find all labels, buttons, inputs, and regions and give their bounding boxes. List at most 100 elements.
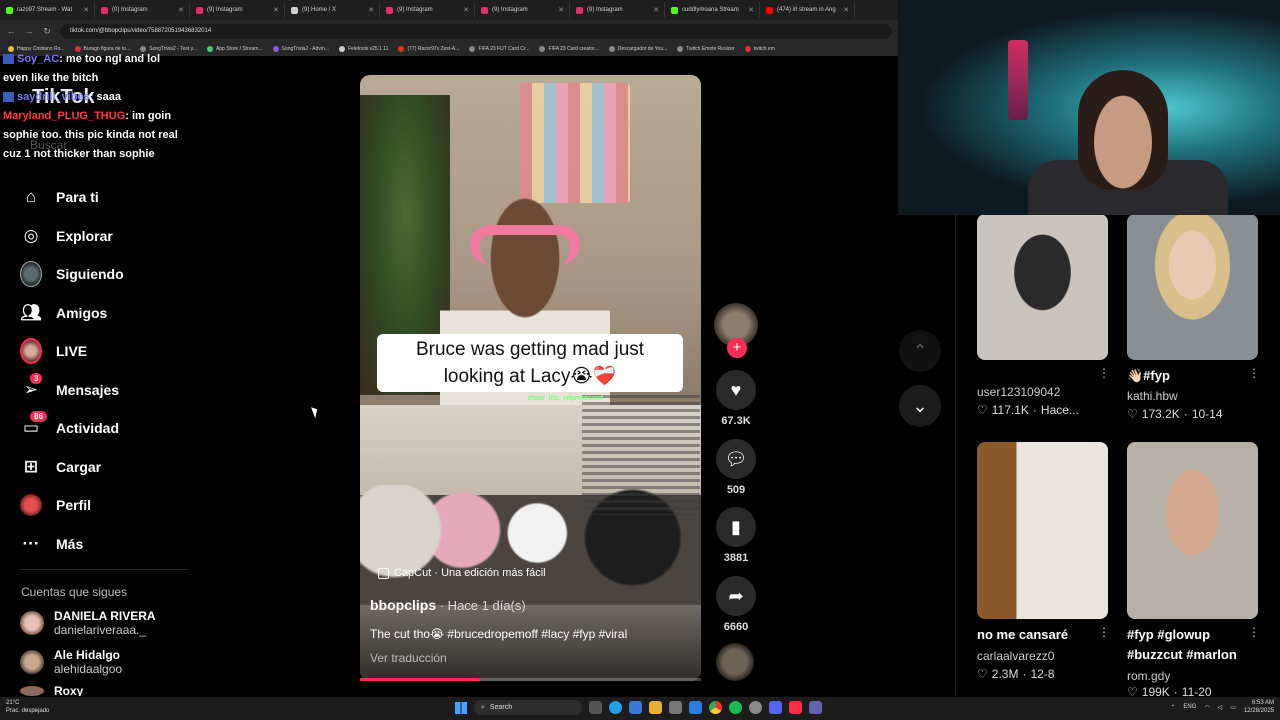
browser-tab[interactable]: (9) Home / X ✕ [285,2,380,18]
share-button[interactable]: ➦ 6660 [712,576,760,633]
close-tab-icon[interactable]: ✕ [843,6,849,14]
system-tray: ⌃ ENG ◠ ◁ ▭ 6:53 AM 12/28/2025 [1170,699,1274,715]
more-options-icon[interactable]: ⋮ [1098,366,1110,380]
spotify-icon[interactable] [729,701,742,714]
bookmark-item[interactable]: FIFA 23 FUT Card Cr... [469,46,529,52]
app-icon[interactable] [669,701,682,714]
video-thumbnail[interactable] [977,442,1108,619]
reload-icon[interactable]: ↻ [42,26,52,37]
next-video-button[interactable]: ⌄ [899,385,941,427]
card-title[interactable]: 👋🏻#fyp [1127,366,1170,386]
followed-account[interactable]: Ale Hidalgo alehidaalgoo [20,648,122,676]
card-username[interactable]: rom.gdy [1127,669,1170,683]
close-tab-icon[interactable]: ✕ [83,6,89,14]
comment-button[interactable]: 💬︎ 509 [712,439,760,496]
more-options-icon[interactable]: ⋮ [1248,366,1260,380]
more-options-icon[interactable]: ⋮ [1098,625,1110,639]
save-button[interactable]: ▮ 3881 [712,507,760,564]
follow-plus-icon[interactable]: + [727,338,747,358]
music-disc-avatar[interactable] [716,643,754,681]
sidebar-item-amigos[interactable]: 👥︎ Amigos [20,294,190,333]
avatar [20,650,44,674]
capcut-link[interactable]: CapCut · Una edición más fácil [378,567,546,579]
close-tab-icon[interactable]: ✕ [558,6,564,14]
browser-tab[interactable]: (474) irl stream in Ang ✕ [760,2,855,18]
video-thumbnail[interactable] [977,214,1108,360]
back-icon[interactable]: ← [6,26,16,36]
translate-link[interactable]: Ver traducción [370,651,447,665]
bookmark-item[interactable]: Feletools v25.1.11 [338,46,388,52]
url-field[interactable]: tiktok.com/@bbopclips/video/758872051943… [60,23,892,39]
browser-tab[interactable]: (9) Instagram ✕ [570,2,665,18]
sidebar-item-cargar[interactable]: ⊞ Cargar [20,448,190,487]
sidebar-item-mas[interactable]: ··· Más [20,525,190,564]
card-title[interactable]: #fyp #glowup #buzzcut #marlon [1127,625,1255,665]
browser-tab[interactable]: cuddlymoana Stream ✕ [665,2,760,18]
bookmark-item[interactable]: (77) Razor97s Zest-A... [398,46,459,52]
obs-icon[interactable] [749,701,762,714]
sidebar-item-mensajes[interactable]: ➢ 3 Mensajes [20,371,190,410]
close-tab-icon[interactable]: ✕ [463,6,469,14]
music-icon[interactable] [789,701,802,714]
folder-icon[interactable] [649,701,662,714]
more-options-icon[interactable]: ⋮ [1248,625,1260,639]
video-author[interactable]: bbopclips · Hace 1 día(s) [370,597,526,613]
sidebar-item-explorar[interactable]: ◎ Explorar [20,217,190,256]
bookmark-item[interactable]: SongTrivia2 - Advin... [272,46,329,52]
sidebar-item-actividad[interactable]: ▭ 86 Actividad [20,409,190,448]
video-progress-bar[interactable] [360,678,701,681]
browser-tab[interactable]: razo97 Stream - Wat ✕ [0,2,95,18]
browser-tab[interactable]: (9) Instagram ✕ [190,2,285,18]
windows-start-icon[interactable] [455,701,467,714]
battery-icon[interactable]: ▭ [1230,704,1236,711]
mail-icon[interactable] [689,701,702,714]
chrome-icon[interactable] [709,701,722,714]
like-button[interactable]: ♥ 67.3K [712,370,760,427]
creator-avatar[interactable]: + [714,303,758,358]
bookmark-item[interactable]: Descargador de You... [608,46,667,52]
card-username[interactable]: carlaalvarezz0 [977,649,1054,663]
close-tab-icon[interactable]: ✕ [748,6,754,14]
sidebar-item-para-ti[interactable]: ⌂ Para ti [20,178,190,217]
wifi-icon[interactable]: ◠ [1204,704,1209,711]
followed-account[interactable]: Roxy [20,686,83,696]
bookmark-item[interactable]: App Store / Stream... [206,46,263,52]
close-tab-icon[interactable]: ✕ [653,6,659,14]
author-name[interactable]: bbopclips [370,597,436,613]
close-tab-icon[interactable]: ✕ [368,6,374,14]
video-caption: Bruce was getting mad just looking at La… [377,334,683,392]
previous-video-button[interactable]: ⌃ [899,330,941,372]
video-thumbnail[interactable] [1127,442,1258,619]
forward-icon[interactable]: → [24,26,34,36]
teams-icon[interactable] [809,701,822,714]
volume-icon[interactable]: ◁ [1218,704,1223,711]
sidebar-item-perfil[interactable]: Perfil [20,486,190,525]
edge-icon[interactable] [609,701,622,714]
bookmark-item[interactable]: twitch em [744,46,775,52]
discord-icon[interactable] [769,701,782,714]
weather-widget[interactable]: 21°C Prac. despejado [6,699,49,715]
bookmark-item[interactable]: Twitch Emote Resizer [677,46,735,52]
browser-tab[interactable]: (9) Instagram ✕ [475,2,570,18]
sidebar-item-siguiendo[interactable]: Siguiendo [20,255,190,294]
close-tab-icon[interactable]: ✕ [273,6,279,14]
tab-favicon-icon [386,6,393,14]
language-indicator[interactable]: ENG [1183,704,1196,710]
close-tab-icon[interactable]: ✕ [178,6,184,14]
task-view-icon[interactable] [589,701,602,714]
card-title[interactable]: no me cansaré [977,625,1068,645]
tab-label: (9) Home / X [302,7,337,13]
chevron-up-icon[interactable]: ⌃ [1170,704,1175,711]
followed-account[interactable]: DANIELA RIVERA danielariveraaa._ [20,609,156,637]
store-icon[interactable] [629,701,642,714]
card-date: Hace... [1040,403,1079,417]
video-thumbnail[interactable] [1127,214,1258,360]
card-username[interactable]: kathi.hbw [1127,389,1178,403]
browser-tab[interactable]: (0) Instagram ✕ [95,2,190,18]
browser-tab[interactable]: (9) Instagram ✕ [380,2,475,18]
taskbar-search[interactable]: ⌕ Search [474,700,582,715]
card-username[interactable]: user123109042 [977,385,1060,399]
sidebar-item-live[interactable]: LIVE [20,332,190,371]
clock[interactable]: 6:53 AM 12/28/2025 [1244,699,1274,715]
bookmark-item[interactable]: FIFA 23 Card creator... [539,46,599,52]
